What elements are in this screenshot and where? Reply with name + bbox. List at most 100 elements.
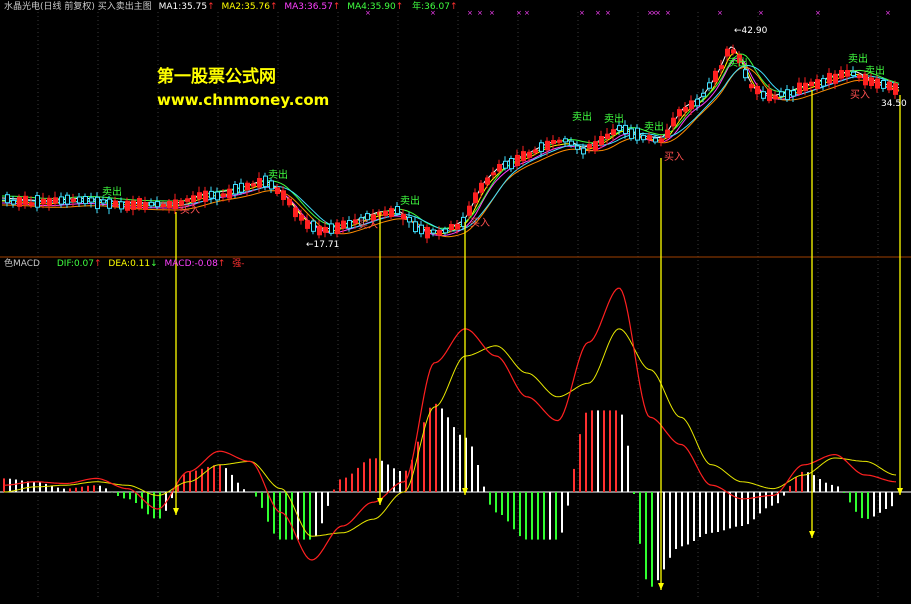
candle-up (143, 202, 148, 210)
buy-label: 买入 (664, 151, 684, 163)
signal-marker: × (579, 9, 585, 17)
signal-marker: × (665, 9, 671, 17)
candle-down (575, 145, 580, 150)
candle-down (851, 71, 856, 76)
candle-down (407, 216, 412, 223)
candle-up (599, 136, 604, 146)
watermark-url: www.chnmoney.com (157, 91, 330, 109)
candle-down (785, 89, 790, 101)
candle-up (533, 149, 538, 154)
candle-up (527, 151, 532, 158)
candle-down (413, 221, 418, 233)
candle-up (485, 177, 490, 185)
sell-label: 卖出 (728, 56, 748, 69)
candle-up (845, 70, 850, 77)
sell-label: 卖出 (268, 168, 288, 181)
candle-up (719, 65, 724, 70)
candle-up (113, 200, 118, 207)
macd-value: MACD:-0.08 (164, 259, 218, 269)
candle-up (197, 192, 202, 199)
candle-up (41, 198, 46, 205)
candle-up (593, 141, 598, 151)
moving-average-lines (1, 46, 900, 238)
candle-down (509, 158, 514, 170)
candle-down (239, 182, 244, 193)
candle-down (641, 134, 646, 141)
candle-down (311, 220, 316, 232)
signal-marker: × (655, 9, 661, 17)
candle-up (251, 183, 256, 187)
ma2-value: MA2:35.76 (221, 2, 270, 12)
signal-marker: × (477, 9, 483, 17)
ma-line (2, 52, 900, 235)
candle-down (233, 184, 238, 195)
sell-label: 卖出 (865, 64, 885, 77)
candle-down (269, 180, 274, 190)
signal-arrow-head (658, 583, 664, 590)
candle-down (149, 201, 154, 207)
candle-down (77, 196, 82, 204)
candle-up (161, 204, 166, 207)
candle-down (569, 140, 574, 146)
buy-label: 买入 (470, 217, 490, 229)
candle-up (455, 223, 460, 230)
candle-up (257, 178, 262, 188)
candle-down (443, 228, 448, 234)
candle-up (875, 78, 880, 89)
ma1-value: MA1:35.75 (158, 2, 208, 12)
candle-up (389, 208, 394, 217)
candle-up (491, 172, 496, 176)
candle-up (287, 198, 292, 206)
candle-up (887, 81, 892, 91)
signal-marker: × (815, 9, 821, 17)
strength-value: 强- (232, 259, 245, 269)
candle-down (101, 199, 106, 204)
candle-up (587, 144, 592, 149)
chart-title: 水晶光电(日线 前复权) 买入卖出主图 (4, 2, 152, 12)
candle-up (893, 83, 898, 95)
candle-up (665, 129, 670, 138)
candle-up (317, 225, 322, 236)
candle-down (653, 137, 658, 143)
candle-down (119, 201, 124, 210)
candle-up (605, 133, 610, 139)
chart-canvas[interactable]: 买入买入 买入买入买入卖出卖出卖出卖出 卖出卖出卖出 卖出卖出 × × × × × × × × × × ×… (0, 0, 911, 604)
candle-up (281, 190, 286, 200)
candle-up (221, 193, 226, 197)
candle-up (767, 89, 772, 102)
candle-down (263, 175, 268, 188)
candle-up (683, 107, 688, 112)
candle-down (365, 213, 370, 221)
candle-up (167, 201, 172, 209)
candle-down (59, 196, 64, 205)
ma4-value: MA4:35.90 (347, 2, 396, 12)
dif-line (4, 287, 897, 561)
candle-up (797, 82, 802, 94)
candle-up (479, 182, 484, 193)
candle-down (791, 90, 796, 97)
candle-up (275, 187, 280, 194)
candle-down (209, 190, 214, 199)
stock-chart-window[interactable]: 买入 买入 买入 买入 买入 卖出 卖出 卖出 卖出 卖出 卖出 卖出 卖出 卖出 × × × × × × × × × × ×… (0, 0, 911, 604)
candle-down (329, 223, 334, 234)
ma3-value: MA3:36.57 (284, 2, 333, 12)
candle-up (611, 129, 616, 135)
signal-marker: × (595, 9, 601, 17)
candle-up (809, 81, 814, 87)
candle-down (155, 201, 160, 208)
candle-up (305, 220, 310, 229)
candle-up (677, 109, 682, 117)
candle-up (203, 190, 208, 202)
candle-up (335, 222, 340, 235)
candle-down (215, 191, 220, 201)
watermark-title: 第一股票公式网 (157, 67, 276, 87)
candle-up (545, 140, 550, 151)
candle-up (725, 48, 730, 57)
candle-down (347, 220, 352, 229)
signal-marker: × (885, 9, 891, 17)
candle-up (245, 182, 250, 191)
candle-up (515, 154, 520, 167)
candle-down (701, 92, 706, 97)
candle-up (551, 140, 556, 145)
candle-down (5, 194, 10, 204)
